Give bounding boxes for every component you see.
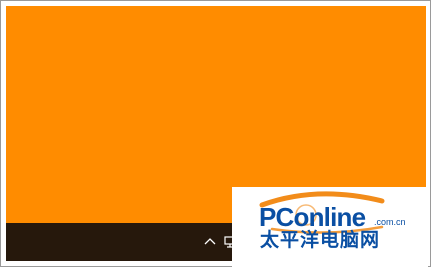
network-tray-button[interactable] [224,235,232,249]
watermark-brand-text: PConline [259,202,366,232]
screenshot-frame: PConline .com.cn 太平洋电脑网 [0,0,431,267]
show-hidden-icons-button[interactable] [203,235,217,249]
chevron-up-icon [204,238,216,245]
pconline-watermark: PConline .com.cn 太平洋电脑网 [232,187,428,267]
watermark-domain-text: .com.cn [374,217,406,227]
watermark-chinese-name: 太平洋电脑网 [260,229,381,251]
network-icon [224,236,232,248]
